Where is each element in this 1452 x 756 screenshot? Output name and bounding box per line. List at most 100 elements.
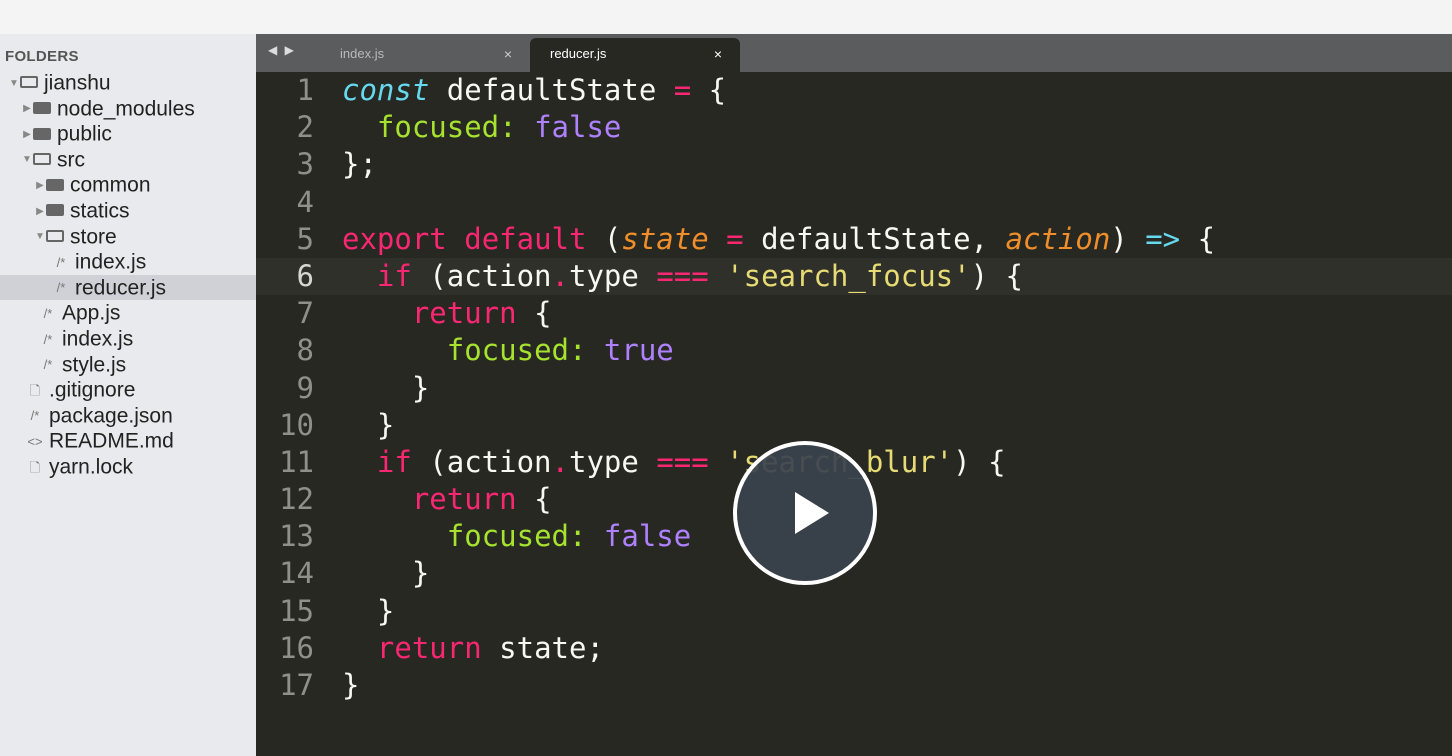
sidebar: FOLDERS ▼ jianshu ▶ node_modules ▶ public ▼ src… (0, 34, 256, 756)
code-token: focused: (376, 110, 517, 145)
tree-item-index-js[interactable]: /* index.js (0, 326, 256, 352)
code-line[interactable]: 10 } (256, 407, 1452, 444)
code-token: false (534, 110, 622, 145)
code-line[interactable]: 6 if (action.type === 'search_focus') { (256, 257, 1452, 296)
line-number: 2 (296, 110, 314, 145)
code-token: return (411, 482, 517, 517)
tree-item-label: public (57, 122, 112, 146)
tree-item-statics[interactable]: ▶ statics (0, 198, 256, 224)
disclosure-collapsed-icon[interactable]: ▶ (21, 122, 33, 148)
code-area[interactable]: 1 const defaultState = {2 focused: false 3… (256, 72, 1452, 704)
line-number: 12 (279, 482, 314, 517)
tree-item-package-json[interactable]: /* package.json (0, 403, 256, 429)
tree-item-index-js[interactable]: /* index.js (0, 249, 256, 275)
disclosure-collapsed-icon[interactable]: ▶ (34, 173, 46, 199)
script-file-icon: /* (30, 408, 40, 424)
code-line[interactable]: 7 return { (256, 295, 1452, 332)
window-top-bar (0, 0, 1452, 34)
code-token: defaultState (429, 73, 674, 107)
tab-close-icon[interactable]: × (714, 46, 722, 62)
code-token: = (726, 221, 744, 256)
code-token: if (376, 444, 412, 479)
tree-item-yarn-lock[interactable]: 🗋 yarn.lock (0, 454, 256, 480)
folder-icon (33, 127, 51, 140)
code-line[interactable]: 9 } (256, 370, 1452, 407)
tab-bar: ◀ ▶ index.js × reducer.js × (256, 34, 1452, 72)
code-token: default (464, 221, 587, 256)
tree-item-src[interactable]: ▼ src (0, 147, 256, 173)
code-line[interactable]: 2 focused: false (256, 109, 1452, 146)
code-token: focused: (446, 333, 587, 368)
video-play-button[interactable] (733, 441, 877, 585)
code-token: defaultState, (743, 221, 1006, 256)
code-line[interactable]: 16 return state; (256, 630, 1452, 667)
code-editor[interactable]: ◀ ▶ index.js × reducer.js × 1 const defau… (256, 34, 1452, 756)
tab-index-js[interactable]: index.js × (320, 38, 530, 72)
code-token: }; (342, 147, 377, 182)
tab-nav-arrows[interactable]: ◀ ▶ (268, 43, 296, 57)
code-line[interactable]: 4 (256, 184, 1452, 221)
disclosure-expanded-icon[interactable]: ▼ (8, 71, 20, 97)
line-source: }; (342, 146, 377, 183)
code-line[interactable]: 5 export default (state = defaultState, a… (256, 221, 1452, 258)
disclosure-collapsed-icon[interactable]: ▶ (21, 96, 33, 122)
code-token: { (1180, 221, 1216, 256)
tree-item-label: index.js (75, 250, 147, 274)
folder-icon (46, 204, 64, 217)
code-token: type (569, 444, 657, 479)
line-number: 16 (279, 630, 314, 665)
line-number: 3 (296, 147, 314, 182)
code-line[interactable]: 15 } (256, 593, 1452, 630)
code-line[interactable]: 8 focused: true (256, 332, 1452, 369)
code-line[interactable]: 17} (256, 667, 1452, 704)
tab-close-icon[interactable]: × (504, 46, 512, 62)
code-token: = (673, 73, 692, 107)
code-token: type (569, 258, 657, 293)
tree-item-store[interactable]: ▼ store (0, 224, 256, 250)
play-icon (795, 492, 829, 534)
line-source: if (action.type === 'search_blur') { (342, 444, 1006, 481)
tree-item-label: README.md (49, 429, 174, 453)
line-number: 11 (279, 444, 314, 479)
tree-item-style-js[interactable]: /* style.js (0, 352, 256, 378)
disclosure-expanded-icon[interactable]: ▼ (34, 224, 46, 250)
line-source: } (342, 370, 429, 407)
line-number: 6 (296, 258, 314, 293)
tree-item-jianshu[interactable]: ▼ jianshu (0, 70, 256, 96)
tree-item-label: package.json (49, 404, 173, 428)
tree-item-label: .gitignore (49, 378, 136, 402)
tree-item-common[interactable]: ▶ common (0, 172, 256, 198)
line-source: if (action.type === 'search_focus') { (342, 258, 1023, 295)
line-source: } (342, 407, 394, 444)
code-token: } (342, 556, 430, 591)
code-line[interactable]: 3}; (256, 146, 1452, 183)
code-token: === (656, 258, 709, 293)
tree-item-node-modules[interactable]: ▶ node_modules (0, 96, 256, 122)
line-number: 13 (279, 519, 314, 554)
line-number: 4 (296, 184, 314, 219)
tab-label: index.js (340, 46, 385, 61)
code-token: export (342, 221, 447, 256)
tree-item-app-js[interactable]: /* App.js (0, 300, 256, 326)
code-token: ) { (970, 258, 1023, 293)
tree-item-public[interactable]: ▶ public (0, 121, 256, 147)
tree-item--gitignore[interactable]: 🗋 .gitignore (0, 377, 256, 403)
folder-icon (33, 102, 51, 115)
tree-item-readme-md[interactable]: <> README.md (0, 428, 256, 454)
disclosure-collapsed-icon[interactable]: ▶ (34, 199, 46, 225)
code-token: true (603, 333, 674, 368)
code-token: } (342, 407, 395, 442)
tree-item-label: jianshu (44, 71, 111, 95)
tree-item-reducer-js[interactable]: /* reducer.js (0, 274, 256, 301)
code-token: ) (1110, 221, 1146, 256)
line-number: 1 (296, 73, 314, 107)
code-line[interactable]: 1 const defaultState = { (256, 72, 1452, 109)
tab-reducer-js[interactable]: reducer.js × (530, 38, 740, 72)
line-source: return { (342, 481, 552, 518)
line-number: 17 (279, 668, 314, 702)
code-token: } (342, 370, 430, 405)
disclosure-expanded-icon[interactable]: ▼ (21, 147, 33, 173)
